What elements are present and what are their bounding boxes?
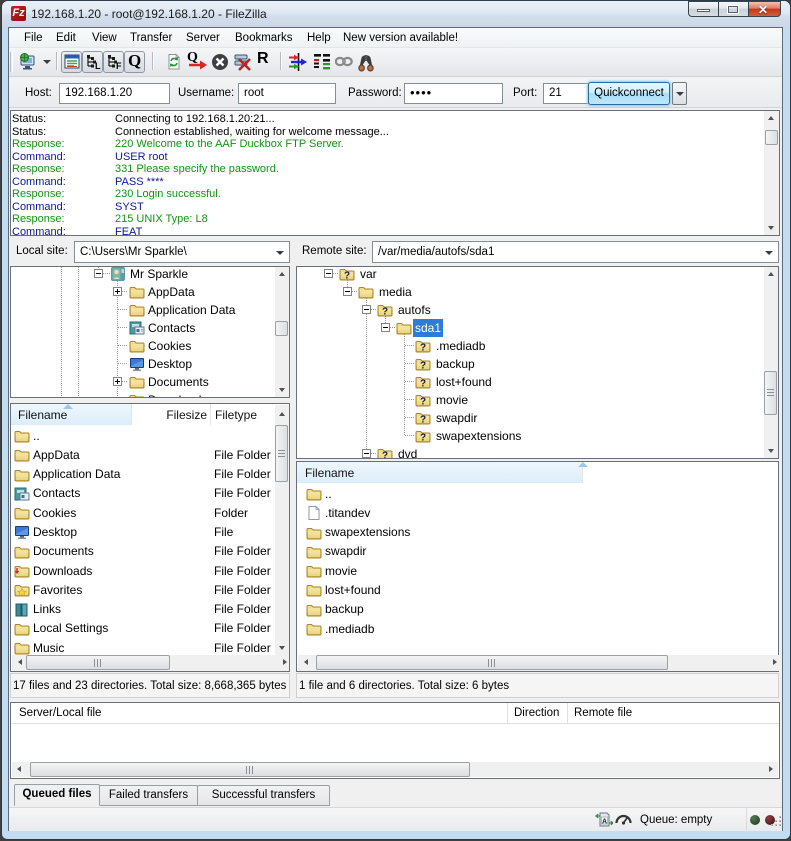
svg-text:F: F	[116, 61, 122, 70]
svg-text:A: A	[602, 819, 607, 826]
svg-text:L: L	[95, 61, 101, 70]
